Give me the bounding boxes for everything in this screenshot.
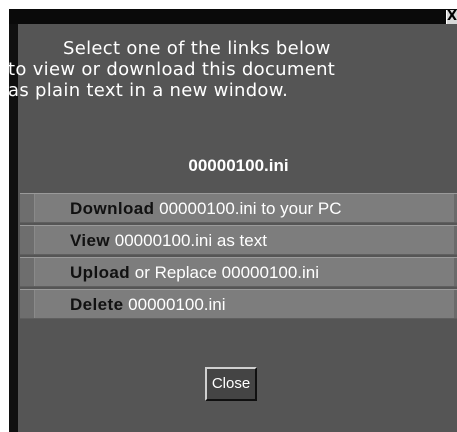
view-link[interactable]: View 00000100.ini as text (20, 225, 457, 255)
intro-line-3: as plain text in a new window. (8, 80, 289, 101)
download-detail: 00000100.ini to your PC (154, 199, 342, 218)
view-action-label: View (70, 231, 111, 250)
upload-link[interactable]: Upload or Replace 00000100.ini (20, 257, 457, 287)
page-background-edge (0, 24, 3, 432)
row-gutter (20, 194, 35, 222)
download-action-label: Download (70, 199, 155, 218)
dialog-titlebar: X (9, 9, 457, 24)
download-link[interactable]: Download 00000100.ini to your PC (20, 193, 457, 223)
close-button[interactable]: Close (205, 367, 257, 401)
view-link-text[interactable]: View 00000100.ini as text (70, 231, 267, 251)
document-title: 00000100.ini (188, 156, 289, 175)
intro-line-2: to view or download this document (8, 59, 336, 80)
upload-action-label: Upload (70, 263, 131, 282)
download-link-text[interactable]: Download 00000100.ini to your PC (70, 199, 342, 219)
row-gutter (20, 290, 35, 318)
row-gutter (20, 226, 35, 254)
row-gutter (20, 258, 35, 286)
intro-text: Select one of the links below to view or… (8, 38, 455, 101)
delete-action-label: Delete (70, 295, 124, 314)
delete-detail: 00000100.ini (123, 295, 226, 314)
document-actions-menu: Download 00000100.ini to your PC View 00… (20, 193, 457, 321)
view-detail: 00000100.ini as text (110, 231, 267, 250)
close-x-button[interactable]: X (446, 10, 457, 24)
delete-link[interactable]: Delete 00000100.ini (20, 289, 457, 319)
upload-link-text[interactable]: Upload or Replace 00000100.ini (70, 263, 319, 283)
delete-link-text[interactable]: Delete 00000100.ini (70, 295, 226, 315)
upload-detail: or Replace 00000100.ini (130, 263, 320, 282)
intro-line-1: Select one of the links below (63, 38, 331, 59)
